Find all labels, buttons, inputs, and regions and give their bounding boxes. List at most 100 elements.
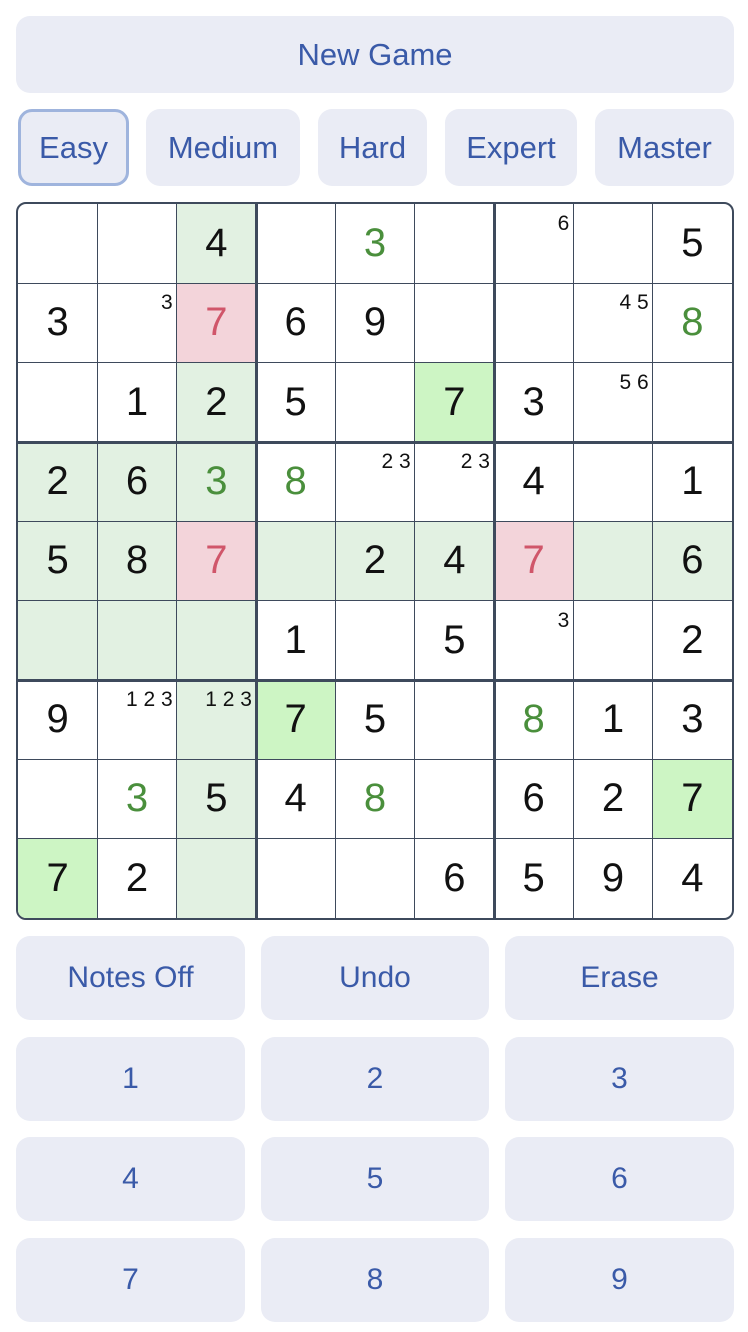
cell-r8c6[interactable]	[415, 759, 494, 838]
cell-r9c9[interactable]: 4	[653, 839, 732, 918]
cell-r4c1[interactable]: 2	[18, 442, 98, 522]
cell-r8c4[interactable]: 4	[256, 759, 335, 838]
undo-button[interactable]: Undo	[261, 936, 489, 1020]
cell-r2c1[interactable]: 3	[18, 283, 97, 362]
cell-r4c2[interactable]: 6	[97, 442, 177, 522]
difficulty-master-button[interactable]: Master	[595, 109, 734, 186]
cell-r2c4[interactable]: 6	[256, 283, 335, 362]
notes-toggle-button[interactable]: Notes Off	[16, 936, 245, 1020]
numpad-8-button[interactable]: 8	[261, 1238, 489, 1322]
cell-r6c2[interactable]	[97, 600, 177, 680]
cell-r2c9[interactable]: 8	[653, 283, 732, 362]
cell-r8c8[interactable]: 2	[573, 759, 652, 838]
cell-r6c8[interactable]	[573, 601, 652, 680]
erase-button[interactable]: Erase	[505, 936, 734, 1020]
cell-r2c7[interactable]	[494, 283, 573, 362]
cell-r1c7[interactable]: 6	[494, 204, 573, 283]
cell-r4c3[interactable]: 3	[176, 442, 256, 522]
cell-r5c3[interactable]: 7	[176, 521, 256, 601]
cell-r3c3[interactable]: 2	[176, 362, 256, 442]
cell-r4c7[interactable]: 4	[494, 442, 573, 521]
numpad-1-button[interactable]: 1	[16, 1037, 245, 1121]
cell-r5c1[interactable]: 5	[18, 521, 98, 601]
cell-r3c9[interactable]	[653, 363, 732, 442]
numpad-3-button[interactable]: 3	[505, 1037, 734, 1121]
numpad-7-button[interactable]: 7	[16, 1238, 245, 1322]
cell-r5c9[interactable]: 6	[652, 521, 732, 601]
cell-r1c4[interactable]	[256, 204, 335, 283]
cell-r6c3[interactable]	[176, 600, 256, 680]
cell-r2c2[interactable]: 3	[97, 283, 176, 362]
cell-r9c4[interactable]	[256, 839, 335, 918]
cell-r5c8[interactable]	[573, 521, 653, 601]
cell-r8c1[interactable]	[18, 759, 97, 838]
cell-r4c8[interactable]	[573, 442, 652, 521]
cell-value: 4	[205, 221, 228, 266]
cell-r2c6[interactable]	[415, 283, 494, 362]
cell-r1c8[interactable]	[573, 204, 652, 283]
cell-r7c9[interactable]: 3	[653, 680, 732, 759]
cell-r6c4[interactable]: 1	[256, 601, 335, 680]
cell-r3c2[interactable]: 1	[97, 363, 176, 442]
cell-r5c7[interactable]: 7	[494, 521, 574, 601]
cell-r3c5[interactable]	[335, 363, 414, 442]
cell-r6c7[interactable]: 3	[494, 601, 573, 680]
cell-r7c7[interactable]: 8	[494, 680, 573, 759]
cell-r2c3[interactable]: 7	[176, 283, 256, 363]
cell-r1c1[interactable]	[18, 204, 97, 283]
difficulty-easy-button[interactable]: Easy	[18, 109, 129, 186]
cell-r9c8[interactable]: 9	[573, 839, 652, 918]
cell-r5c2[interactable]: 8	[97, 521, 177, 601]
cell-r5c6[interactable]: 4	[414, 521, 494, 601]
cell-r7c6[interactable]	[415, 680, 494, 759]
cell-r7c1[interactable]: 9	[18, 680, 97, 759]
cell-r7c8[interactable]: 1	[573, 680, 652, 759]
cell-r4c6[interactable]: 2 3	[415, 442, 494, 521]
cell-r5c4[interactable]	[256, 521, 336, 601]
cell-r7c4[interactable]: 7	[256, 680, 336, 760]
numpad-6-button[interactable]: 6	[505, 1137, 734, 1221]
cell-r8c3[interactable]: 5	[176, 759, 256, 839]
cell-r9c2[interactable]: 2	[97, 839, 176, 918]
cell-r8c2[interactable]: 3	[97, 759, 176, 838]
cell-r6c6[interactable]: 5	[415, 601, 494, 680]
cell-r7c5[interactable]: 5	[335, 680, 414, 759]
cell-r1c9[interactable]: 5	[653, 204, 732, 283]
cell-r4c9[interactable]: 1	[653, 442, 732, 521]
cell-r3c6[interactable]: 7	[414, 362, 494, 442]
cell-r1c2[interactable]	[97, 204, 176, 283]
cell-r3c4[interactable]: 5	[256, 363, 335, 442]
cell-r6c1[interactable]	[18, 600, 98, 680]
new-game-button[interactable]: New Game	[16, 16, 734, 93]
cell-r8c5[interactable]: 8	[335, 759, 414, 838]
cell-r1c3[interactable]: 4	[176, 204, 256, 284]
cell-r4c5[interactable]: 2 3	[335, 442, 414, 521]
cell-r7c2[interactable]: 1 2 3	[97, 680, 176, 759]
cell-r1c5[interactable]: 3	[335, 204, 414, 283]
cell-r9c6[interactable]: 6	[415, 839, 494, 918]
cell-r6c5[interactable]	[335, 601, 414, 680]
cell-r8c7[interactable]: 6	[494, 759, 573, 838]
difficulty-hard-button[interactable]: Hard	[318, 109, 427, 186]
cell-r2c5[interactable]: 9	[335, 283, 414, 362]
cell-r6c9[interactable]: 2	[653, 601, 732, 680]
cell-r3c8[interactable]: 5 6	[573, 363, 652, 442]
cell-r9c7[interactable]: 5	[494, 839, 573, 918]
numpad-2-button[interactable]: 2	[261, 1037, 489, 1121]
difficulty-expert-button[interactable]: Expert	[445, 109, 577, 186]
cell-r9c1[interactable]: 7	[18, 838, 98, 918]
difficulty-medium-button[interactable]: Medium	[146, 109, 300, 186]
cell-r3c7[interactable]: 3	[494, 363, 573, 442]
cell-r8c9[interactable]: 7	[652, 759, 732, 839]
numpad-4-button[interactable]: 4	[16, 1137, 245, 1221]
cell-r9c3[interactable]	[176, 838, 256, 918]
cell-r2c8[interactable]: 4 5	[573, 283, 652, 362]
cell-r7c3[interactable]: 1 2 3	[176, 680, 256, 760]
cell-r5c5[interactable]: 2	[335, 521, 415, 601]
cell-r3c1[interactable]	[18, 363, 97, 442]
cell-r1c6[interactable]	[415, 204, 494, 283]
cell-r4c4[interactable]: 8	[256, 442, 335, 521]
numpad-9-button[interactable]: 9	[505, 1238, 734, 1322]
numpad-5-button[interactable]: 5	[261, 1137, 489, 1221]
cell-r9c5[interactable]	[335, 839, 414, 918]
